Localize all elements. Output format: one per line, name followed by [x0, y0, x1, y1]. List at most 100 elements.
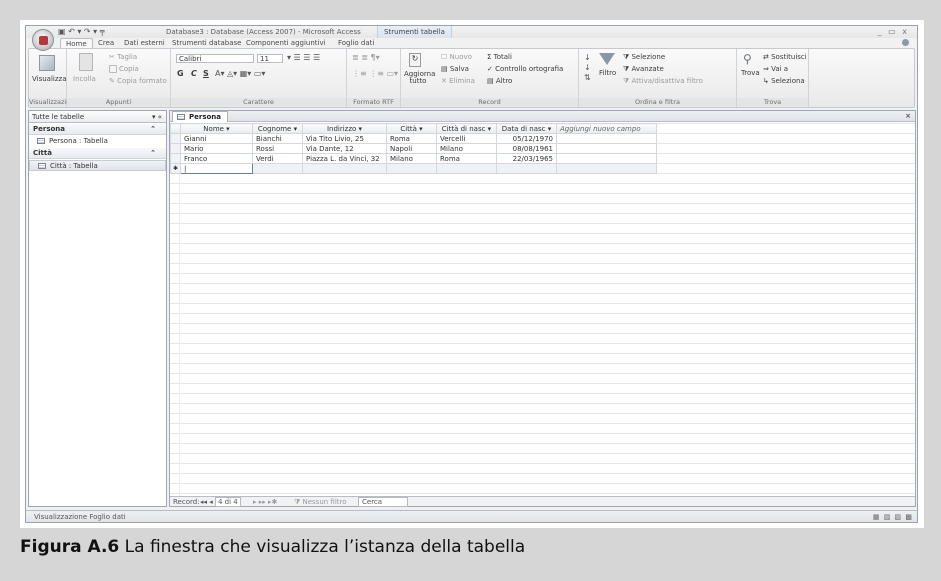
- cell[interactable]: Vercelli: [436, 133, 497, 144]
- column-header[interactable]: Cognome ▾: [252, 123, 303, 134]
- cell[interactable]: [436, 163, 497, 174]
- tab-componenti-aggiuntivi[interactable]: Componenti aggiuntivi: [246, 39, 326, 47]
- cell[interactable]: Franco: [180, 153, 253, 164]
- cell[interactable]: Milano: [386, 153, 437, 164]
- nav-section-citta[interactable]: Città ⌃: [29, 148, 166, 159]
- selection-button[interactable]: ⧩ Selezione: [623, 53, 665, 62]
- nav-section-persona[interactable]: Persona ⌃: [29, 124, 166, 135]
- cell[interactable]: 08/08/1961: [496, 143, 557, 154]
- cell[interactable]: |: [180, 163, 253, 174]
- nav-item-citta-table[interactable]: Città : Tabella: [29, 160, 166, 171]
- font-name-dropdown[interactable]: Calibri: [176, 54, 254, 63]
- advanced-filter-button[interactable]: ⧩ Avanzate: [623, 65, 664, 74]
- cell[interactable]: [252, 163, 303, 174]
- toggle-filter-button[interactable]: ⧩ Attiva/disattiva filtro: [623, 77, 703, 86]
- cell[interactable]: Via Tito Livio, 25: [302, 133, 387, 144]
- cell[interactable]: Napoli: [386, 143, 437, 154]
- filter-button[interactable]: Filtro: [599, 69, 616, 77]
- cell[interactable]: [302, 163, 387, 174]
- select-button[interactable]: ↳ Seleziona: [763, 77, 805, 85]
- cell[interactable]: Rossi: [252, 143, 303, 154]
- more-button[interactable]: ▤ Altro: [487, 77, 512, 85]
- cell[interactable]: [496, 163, 557, 174]
- new-record-button[interactable]: ☐ Nuovo: [441, 53, 472, 61]
- copy-button[interactable]: Copia: [109, 65, 139, 73]
- column-header[interactable]: Città ▾: [386, 123, 437, 134]
- cell[interactable]: 22/03/1965: [496, 153, 557, 164]
- nav-pane-header[interactable]: Tutte le tabelle ▾ «: [29, 111, 166, 123]
- column-header[interactable]: Città di nasc ▾: [436, 123, 497, 134]
- sort-icons[interactable]: ↓ ↓ ⇅: [584, 53, 591, 83]
- cell[interactable]: Roma: [386, 133, 437, 144]
- row-selector[interactable]: [170, 143, 181, 154]
- font-size-dropdown[interactable]: 11: [257, 54, 283, 63]
- new-record-icon: ☐: [441, 53, 450, 61]
- cell[interactable]: [556, 133, 657, 144]
- cell[interactable]: Piazza L. da Vinci, 32: [302, 153, 387, 164]
- refresh-all-button[interactable]: Aggiorna tutto: [404, 71, 435, 85]
- table-row[interactable]: Franco Verdi Piazza L. da Vinci, 32 Mila…: [170, 153, 657, 164]
- replace-button[interactable]: ⇄ Sostituisci: [763, 53, 807, 61]
- chevron-down-icon[interactable]: ▾ «: [152, 113, 162, 121]
- cell[interactable]: Bianchi: [252, 133, 303, 144]
- cell[interactable]: 05/12/1970: [496, 133, 557, 144]
- cell[interactable]: Mario: [180, 143, 253, 154]
- save-record-button[interactable]: ▤ Salva: [441, 65, 469, 73]
- cell[interactable]: Verdi: [252, 153, 303, 164]
- help-icon[interactable]: [902, 39, 909, 46]
- column-header[interactable]: Data di nasc ▾: [496, 123, 557, 134]
- tab-dati-esterni[interactable]: Dati esterni: [124, 39, 165, 47]
- goto-button[interactable]: ⇒ Vai a: [763, 65, 788, 73]
- view-button[interactable]: Visualizza: [32, 75, 66, 83]
- office-button[interactable]: [32, 29, 54, 51]
- select-all-cell[interactable]: [170, 123, 181, 134]
- close-icon[interactable]: ×: [905, 112, 911, 120]
- find-button[interactable]: Trova: [741, 69, 760, 77]
- tab-strumenti-database[interactable]: Strumenti database: [172, 39, 241, 47]
- cell[interactable]: Milano: [436, 143, 497, 154]
- font-color-icon[interactable]: A▾ ◬▾ ▦▾ ▭▾: [215, 69, 265, 78]
- quick-access-toolbar[interactable]: ▣ ↶ ▾ ↷ ▾ ╤: [58, 27, 105, 36]
- record-position-field[interactable]: 4 di 4: [215, 497, 241, 507]
- bold-button[interactable]: G: [177, 69, 184, 78]
- next-last-record-icons[interactable]: ▸ ▸▸ ▸✱: [253, 498, 277, 506]
- column-header[interactable]: Nome ▾: [180, 123, 253, 134]
- cut-button[interactable]: ✂ Taglia: [109, 53, 137, 61]
- new-record-row[interactable]: ✱ |: [170, 163, 657, 174]
- no-filter-indicator[interactable]: ⧩ Nessun filtro: [294, 498, 347, 507]
- cell[interactable]: Roma: [436, 153, 497, 164]
- window-controls[interactable]: _ ▭ x: [878, 27, 909, 36]
- table-row[interactable]: Mario Rossi Via Dante, 12 Napoli Milano …: [170, 143, 657, 154]
- cell[interactable]: [556, 143, 657, 154]
- add-field-header[interactable]: Aggiungi nuovo campo: [556, 123, 657, 134]
- collapse-icon[interactable]: ⌃: [150, 149, 156, 157]
- view-switcher-icons[interactable]: ▦ ▧ ▨ ▩: [873, 513, 913, 521]
- first-prev-record-icons[interactable]: ◂◂ ◂: [200, 498, 213, 506]
- grid-line: [179, 123, 180, 498]
- italic-button[interactable]: C: [191, 69, 197, 78]
- underline-button[interactable]: S: [203, 69, 209, 78]
- nav-item-persona-table[interactable]: Persona : Tabella: [29, 136, 166, 147]
- paste-button[interactable]: Incolla: [73, 75, 96, 83]
- more-icon: ▤: [487, 77, 496, 85]
- new-record-icon[interactable]: ✱: [170, 163, 181, 174]
- cell[interactable]: [556, 153, 657, 164]
- format-painter-button[interactable]: ✎ Copia formato: [109, 77, 167, 85]
- spelling-button[interactable]: ✓ Controllo ortografia: [487, 65, 563, 73]
- cell[interactable]: [386, 163, 437, 174]
- row-selector[interactable]: [170, 153, 181, 164]
- tab-crea[interactable]: Crea: [98, 39, 114, 47]
- tab-foglio-dati[interactable]: Foglio dati: [338, 39, 374, 47]
- totals-button[interactable]: Σ Totali: [487, 53, 512, 61]
- cell[interactable]: Gianni: [180, 133, 253, 144]
- row-selector[interactable]: [170, 133, 181, 144]
- alignment-icons[interactable]: ▾ ☰ ☰ ☰: [287, 53, 320, 62]
- delete-record-button[interactable]: ✕ Elimina: [441, 77, 475, 85]
- search-input[interactable]: Cerca: [358, 497, 408, 507]
- collapse-icon[interactable]: ⌃: [150, 125, 156, 133]
- table-row[interactable]: Gianni Bianchi Via Tito Livio, 25 Roma V…: [170, 133, 657, 144]
- document-tab-persona[interactable]: Persona: [172, 111, 229, 122]
- column-header[interactable]: Indirizzo ▾: [302, 123, 387, 134]
- cell[interactable]: Via Dante, 12: [302, 143, 387, 154]
- cell[interactable]: [556, 163, 657, 174]
